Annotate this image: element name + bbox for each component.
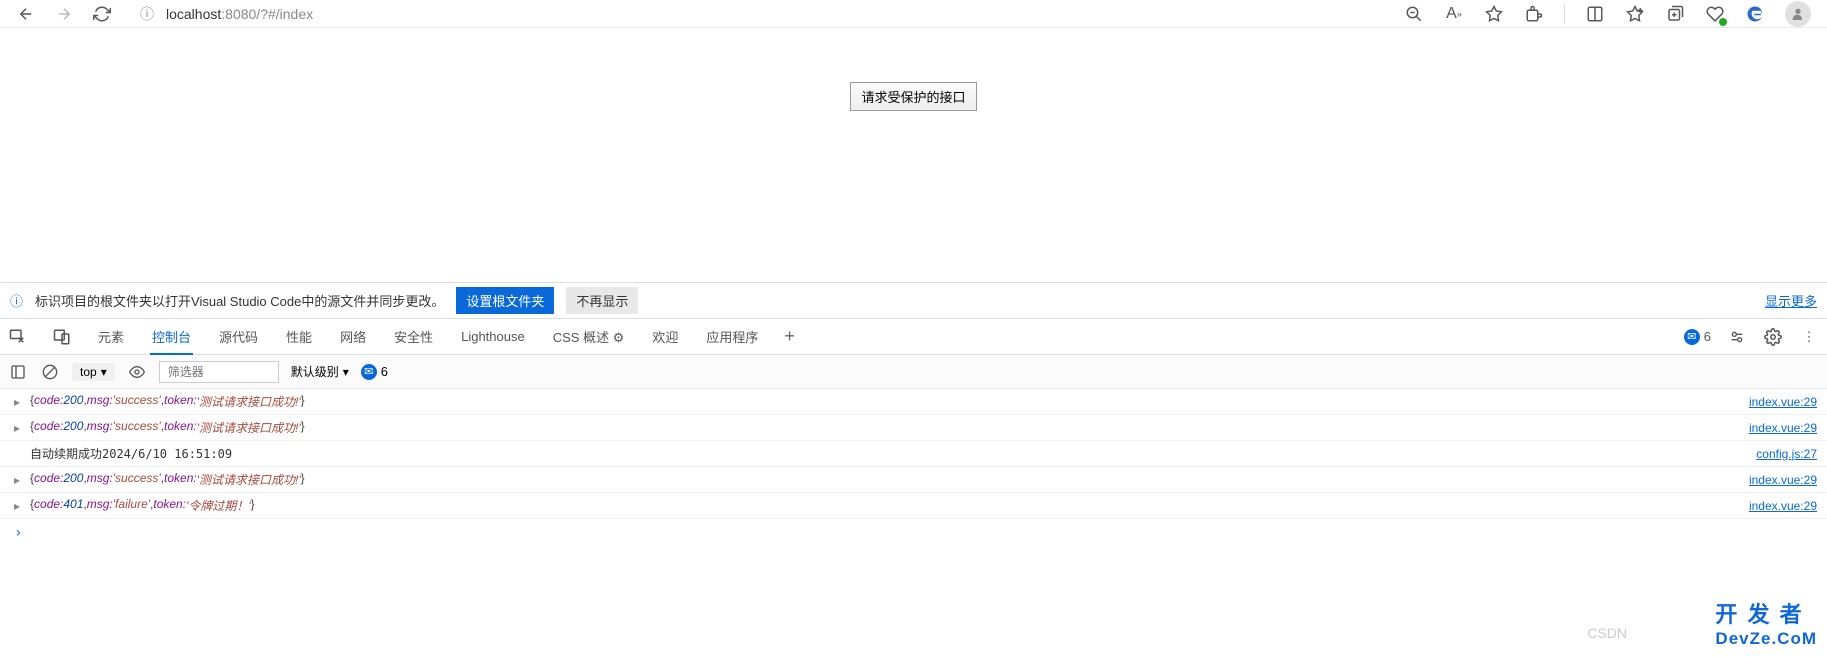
source-link[interactable]: index.vue:29: [1749, 473, 1817, 487]
divider: [1564, 4, 1565, 24]
console-message[interactable]: {code: 200, msg: 'success', token: '测试请求…: [30, 393, 1749, 410]
console-message-count[interactable]: ✉6: [361, 364, 388, 380]
console-message[interactable]: {code: 200, msg: 'success', token: '测试请求…: [30, 419, 1749, 436]
source-folder-infobar: ⓘ 标识项目的根文件夹以打开Visual Studio Code中的源文件并同步…: [0, 282, 1827, 318]
show-more-link[interactable]: 显示更多: [1765, 291, 1817, 310]
performance-icon[interactable]: [1705, 4, 1725, 24]
page-viewport: 请求受保护的接口: [0, 28, 1827, 282]
tab-css-overview[interactable]: CSS 概述 ⚙: [551, 319, 627, 354]
extensions-icon[interactable]: [1524, 4, 1544, 24]
collections-icon[interactable]: [1665, 4, 1685, 24]
browser-toolbar: ⓘ localhost:8080/?#/index A»: [0, 0, 1827, 28]
source-link[interactable]: index.vue:29: [1749, 421, 1817, 435]
tab-elements[interactable]: 元素: [96, 319, 126, 354]
back-button[interactable]: [16, 4, 36, 24]
log-level-selector[interactable]: 默认级别▾: [291, 363, 349, 380]
favorites-bar-icon[interactable]: [1625, 4, 1645, 24]
console-toolbar: top▾ 默认级别▾ ✉6: [0, 354, 1827, 388]
tab-console[interactable]: 控制台: [150, 319, 193, 354]
tab-performance[interactable]: 性能: [284, 319, 314, 354]
console-sidebar-toggle-icon[interactable]: [8, 362, 28, 382]
console-prompt[interactable]: ›: [0, 519, 1827, 547]
add-tab-icon[interactable]: +: [784, 326, 795, 347]
info-icon: ⓘ: [10, 291, 23, 310]
favorite-icon[interactable]: [1484, 4, 1504, 24]
console-message: 自动续期成功2024/6/10 16:51:09: [30, 445, 1756, 462]
expand-icon[interactable]: ▸: [14, 395, 20, 409]
console-row: ▸ {code: 200, msg: 'success', token: '测试…: [0, 389, 1827, 415]
clear-console-icon[interactable]: [40, 362, 60, 382]
live-expression-icon[interactable]: [127, 362, 147, 382]
inspect-element-icon[interactable]: [8, 327, 28, 347]
context-selector[interactable]: top▾: [72, 363, 115, 381]
console-row: ▸ {code: 200, msg: 'success', token: '测试…: [0, 415, 1827, 441]
console-output: ▸ {code: 200, msg: 'success', token: '测试…: [0, 388, 1827, 519]
devtools-tab-bar: 元素 控制台 源代码 性能 网络 安全性 Lighthouse CSS 概述 ⚙…: [0, 318, 1827, 354]
read-aloud-icon[interactable]: A»: [1444, 4, 1464, 24]
url-bar[interactable]: ⓘ localhost:8080/?#/index: [130, 2, 1386, 26]
set-root-folder-button[interactable]: 设置根文件夹: [456, 287, 554, 314]
source-link[interactable]: index.vue:29: [1749, 499, 1817, 513]
refresh-button[interactable]: [92, 4, 112, 24]
more-icon[interactable]: ⋮: [1799, 327, 1819, 347]
devze-watermark: 开 发 者 DevZe.CoM: [1715, 597, 1817, 649]
request-protected-api-button[interactable]: 请求受保护的接口: [850, 82, 976, 111]
console-row: ▸ {code: 200, msg: 'success', token: '测试…: [0, 467, 1827, 493]
csdn-watermark: CSDN: [1587, 625, 1627, 641]
message-badge-icon: ✉: [361, 364, 377, 380]
url-text: localhost:8080/?#/index: [166, 6, 313, 22]
device-toggle-icon[interactable]: [52, 327, 72, 347]
infobar-text: 标识项目的根文件夹以打开Visual Studio Code中的源文件并同步更改…: [35, 291, 444, 310]
ie-mode-icon[interactable]: [1745, 4, 1765, 24]
source-link[interactable]: index.vue:29: [1749, 395, 1817, 409]
message-badge-icon: ✉: [1684, 329, 1700, 345]
dont-show-button[interactable]: 不再显示: [566, 287, 638, 314]
settings-icon2[interactable]: [1727, 327, 1747, 347]
expand-icon[interactable]: ▸: [14, 499, 20, 513]
profile-icon[interactable]: [1785, 1, 1811, 27]
zoom-icon[interactable]: [1404, 4, 1424, 24]
issues-indicator[interactable]: ✉6: [1684, 329, 1711, 345]
forward-button[interactable]: [54, 4, 74, 24]
expand-icon[interactable]: ▸: [14, 473, 20, 487]
tab-sources[interactable]: 源代码: [217, 319, 260, 354]
tab-security[interactable]: 安全性: [392, 319, 435, 354]
tab-application[interactable]: 应用程序: [704, 319, 760, 354]
toolbar-icons: A»: [1404, 1, 1811, 27]
console-filter-input[interactable]: [159, 361, 279, 383]
console-message[interactable]: {code: 401, msg: 'failure', token: '令牌过期…: [30, 497, 1749, 514]
tab-lighthouse[interactable]: Lighthouse: [459, 321, 527, 352]
tab-network[interactable]: 网络: [338, 319, 368, 354]
console-row: ▸ {code: 401, msg: 'failure', token: '令牌…: [0, 493, 1827, 519]
source-link[interactable]: config.js:27: [1756, 447, 1817, 461]
console-row: 自动续期成功2024/6/10 16:51:09 config.js:27: [0, 441, 1827, 467]
site-info-icon[interactable]: ⓘ: [140, 4, 154, 24]
split-screen-icon[interactable]: [1585, 4, 1605, 24]
expand-icon[interactable]: ▸: [14, 421, 20, 435]
tab-welcome[interactable]: 欢迎: [650, 319, 680, 354]
console-message[interactable]: {code: 200, msg: 'success', token: '测试请求…: [30, 471, 1749, 488]
gear-icon[interactable]: [1763, 327, 1783, 347]
